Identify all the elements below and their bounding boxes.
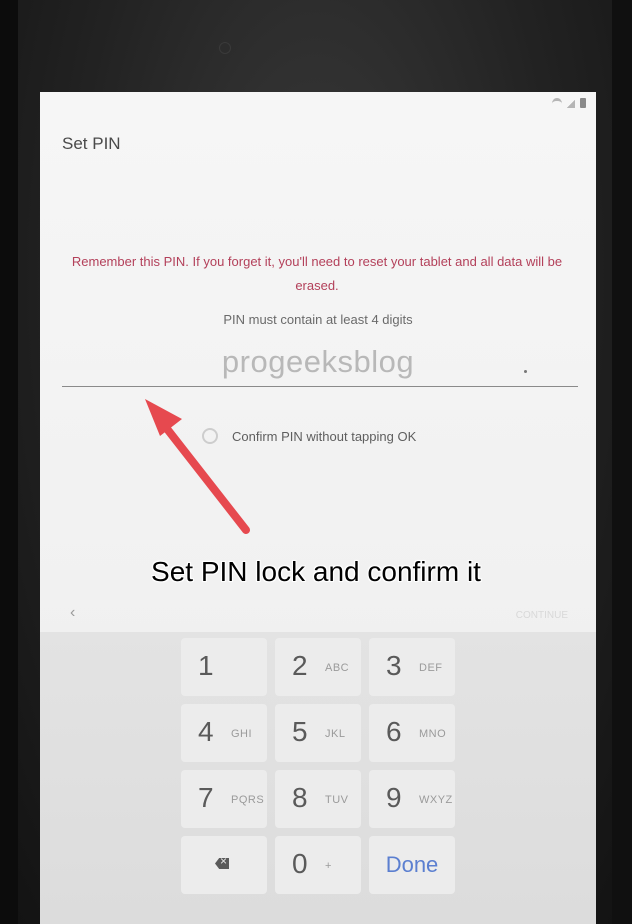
key-digit: 3: [386, 650, 402, 681]
done-key[interactable]: Done: [369, 836, 455, 894]
key-letters: PQRS: [231, 794, 265, 806]
key-8[interactable]: 8 TUV: [275, 770, 361, 828]
key-0[interactable]: 0 +: [275, 836, 361, 894]
confirm-pin-label: Confirm PIN without tapping OK: [232, 428, 417, 444]
key-digit: 4: [198, 716, 214, 747]
wifi-icon: [552, 97, 562, 109]
status-bar: [552, 96, 586, 110]
done-label: Done: [385, 852, 439, 877]
key-letters: +: [325, 860, 332, 872]
key-digit: 9: [386, 782, 402, 813]
key-digit: 1: [198, 650, 214, 681]
overlay-caption: Set PIN lock and confirm it: [151, 556, 481, 587]
key-digit: 7: [198, 782, 214, 813]
pin-warning-text: Remember this PIN. If you forget it, you…: [71, 254, 563, 293]
continue-button[interactable]: CONTINUE: [516, 610, 568, 621]
confirm-pin-option[interactable]: Confirm PIN without tapping OK: [202, 428, 416, 444]
backspace-icon: [215, 858, 229, 869]
navigation-row: ‹ CONTINUE: [40, 600, 596, 630]
page-title: Set PIN: [62, 134, 121, 153]
key-letters: JKL: [325, 728, 346, 740]
key-7[interactable]: 7 PQRS: [181, 770, 267, 828]
pin-hint-text: PIN must contain at least 4 digits: [223, 312, 413, 327]
key-digit: 8: [292, 782, 308, 813]
key-letters: WXYZ: [419, 794, 453, 806]
key-2[interactable]: 2 ABC: [275, 638, 361, 696]
confirm-pin-radio[interactable]: [202, 428, 218, 444]
back-button[interactable]: ‹: [70, 604, 75, 622]
key-1[interactable]: 1: [181, 638, 267, 696]
signal-icon: [567, 98, 575, 108]
pin-input-field[interactable]: [62, 340, 578, 387]
key-digit: 6: [386, 716, 402, 747]
key-digit: 5: [292, 716, 308, 747]
key-letters: MNO: [419, 728, 447, 740]
key-5[interactable]: 5 JKL: [275, 704, 361, 762]
key-letters: GHI: [231, 728, 253, 740]
front-camera: [219, 42, 231, 54]
key-4[interactable]: 4 GHI: [181, 704, 267, 762]
tablet-screen: Set PIN Remember this PIN. If you forget…: [40, 92, 596, 924]
pin-entered-dot: [524, 370, 527, 373]
key-digit: 2: [292, 650, 308, 681]
key-letters: TUV: [325, 794, 349, 806]
bezel-left-edge: [0, 0, 18, 924]
numeric-keypad: 1 2 ABC 3 DEF 4 GHI 5 JKL 6 MNO 7 PQRS 8: [40, 632, 596, 924]
key-3[interactable]: 3 DEF: [369, 638, 455, 696]
key-6[interactable]: 6 MNO: [369, 704, 455, 762]
bezel-right-edge: [612, 0, 632, 924]
key-digit: 0: [292, 848, 308, 879]
backspace-key[interactable]: [181, 836, 267, 894]
key-letters: DEF: [419, 662, 443, 674]
key-9[interactable]: 9 WXYZ: [369, 770, 455, 828]
key-letters: ABC: [325, 662, 350, 674]
battery-icon: [580, 98, 586, 108]
